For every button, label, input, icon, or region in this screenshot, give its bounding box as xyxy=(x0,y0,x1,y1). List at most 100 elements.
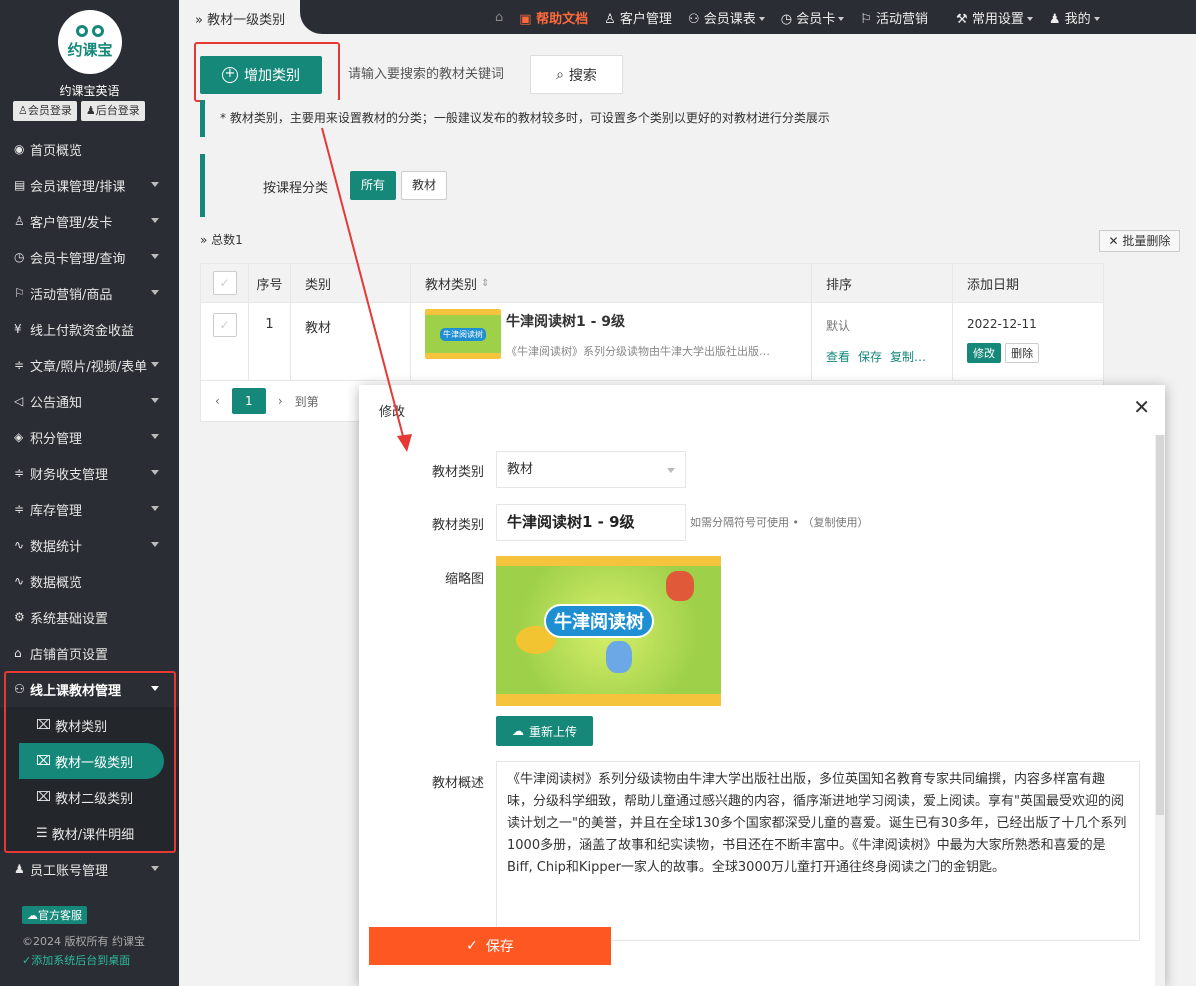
edit-modal: 修改 ✕ 教材类别 教材 教材类别 牛津阅读树1 - 9级 如需分隔符号可使用 … xyxy=(359,385,1165,986)
prev-page-icon[interactable]: ‹ xyxy=(215,394,220,408)
nav-settings[interactable]: ⚒ 常用设置 xyxy=(956,8,1033,27)
flag-icon: ⚐ xyxy=(14,286,25,300)
logo-eyes-icon xyxy=(76,24,104,37)
member-login-button[interactable]: ♙会员登录 xyxy=(13,101,77,121)
sidebar-item-cards[interactable]: ◷ 会员卡管理/查询 xyxy=(0,239,179,275)
row-index: 1 xyxy=(249,303,291,380)
help-docs-link[interactable]: ▣ 帮助文档 xyxy=(519,8,588,27)
col-category[interactable]: 教材类别 ⇕ xyxy=(411,264,812,302)
type-select[interactable]: 教材 xyxy=(496,451,686,488)
nav-customer[interactable]: ♙ 客户管理 xyxy=(604,8,672,27)
next-page-icon[interactable]: › xyxy=(278,394,283,408)
sidebar-item-notices[interactable]: ◁ 公告通知 xyxy=(0,383,179,419)
chevron-down-icon xyxy=(151,290,159,295)
cloud-upload-icon: ☁ xyxy=(511,724,524,738)
filter-all-button[interactable]: 所有 xyxy=(350,171,396,200)
copy-link[interactable]: 复制… xyxy=(890,350,926,364)
pulse-icon: ∿ xyxy=(14,538,25,552)
name-hint: 如需分隔符号可使用 • （复制使用） xyxy=(690,516,869,529)
double-chevron-icon: » xyxy=(195,13,203,28)
chevron-down-icon xyxy=(151,182,159,187)
sort-icon[interactable]: ⇕ xyxy=(481,278,489,289)
sidebar-item-courses[interactable]: ▤ 会员课管理/排课 xyxy=(0,167,179,203)
nav-marketing[interactable]: ⚐ 活动营销 xyxy=(860,8,928,27)
sidebar-item-settings[interactable]: ⚙ 系统基础设置 xyxy=(0,599,179,635)
sliders-icon: ≑ xyxy=(14,358,25,372)
admin-login-button[interactable]: ♟后台登录 xyxy=(80,101,145,121)
sidebar-item-marketing[interactable]: ⚐ 活动营销/商品 xyxy=(0,275,179,311)
notice-text: * 教材类别，主要用来设置教材的分类；一般建议发布的教材较多时，可设置多个类别以… xyxy=(200,100,1180,137)
row-sort: 默认 xyxy=(826,319,851,333)
service-badge[interactable]: ☁官方客服 xyxy=(22,906,87,924)
nav-mine[interactable]: ♟ 我的 xyxy=(1049,8,1100,27)
filter-material-button[interactable]: 教材 xyxy=(401,171,447,200)
row-date: 2022-12-11 xyxy=(967,317,1037,331)
login-links: ♙会员登录 ♟后台登录 xyxy=(13,101,145,121)
brand-name: 约课宝英语 xyxy=(59,84,120,98)
highlight-box xyxy=(4,671,176,853)
desc-textarea[interactable]: 《牛津阅读树》系列分级读物由牛津大学出版社出版，多位英国知名教育专家共同编撰，内… xyxy=(496,761,1140,941)
sidebar-item-payments[interactable]: ¥ 线上付款资金收益 xyxy=(0,311,179,347)
sliders-icon: ≑ xyxy=(14,502,25,516)
clock-icon: ◷ xyxy=(14,250,25,264)
document-icon: ▤ xyxy=(14,178,26,192)
check-circle-icon: ✓ xyxy=(22,954,32,967)
chevron-down-icon xyxy=(151,398,159,403)
sidebar-item-inventory[interactable]: ≑ 库存管理 xyxy=(0,491,179,527)
nav-schedule[interactable]: ⚇ 会员课表 xyxy=(688,8,765,27)
chevron-down-icon xyxy=(151,470,159,475)
search-input[interactable]: 请输入要搜索的教材关键词 xyxy=(340,56,525,94)
batch-delete-button[interactable]: ✕ 批量删除 xyxy=(1099,230,1180,252)
modal-title: 修改 xyxy=(379,405,406,420)
sidebar-item-points[interactable]: ◈ 积分管理 xyxy=(0,419,179,455)
modal-scrollbar[interactable] xyxy=(1155,435,1165,986)
view-link[interactable]: 查看 xyxy=(826,350,850,364)
col-sort: 排序 xyxy=(812,264,953,302)
add-desktop-link[interactable]: ✓添加系统后台到桌面 xyxy=(22,952,130,968)
row-thumbnail: 牛津阅读树 xyxy=(425,309,501,359)
edit-button[interactable]: 修改 xyxy=(967,343,1001,363)
search-button[interactable]: ⌕ 搜索 xyxy=(530,55,623,94)
sidebar-item-home[interactable]: ◉ 首页概览 xyxy=(0,131,179,167)
sidebar-item-shop[interactable]: ⌂ 店铺首页设置 xyxy=(0,635,179,671)
pulse-icon: ∿ xyxy=(14,574,25,588)
sidebar-item-statistics[interactable]: ∿ 数据统计 xyxy=(0,527,179,563)
goto-label: 到第 xyxy=(294,394,319,409)
name-input[interactable]: 牛津阅读树1 - 9级 xyxy=(496,504,686,541)
filter-label: 按课程分类 xyxy=(263,181,329,196)
speaker-icon: ◁ xyxy=(14,394,24,408)
name-label: 教材类别 xyxy=(431,518,484,533)
home-icon[interactable]: ⌂ xyxy=(495,10,503,25)
col-date: 添加日期 xyxy=(967,277,1020,293)
sidebar-item-overview[interactable]: ∿ 数据概览 xyxy=(0,563,179,599)
row-desc: 《牛津阅读树》系列分级读物由牛津大学出版社出版… xyxy=(506,345,770,358)
sidebar-item-staff[interactable]: ♟ 员工账号管理 xyxy=(0,851,179,887)
row-checkbox[interactable]: ✓ xyxy=(212,313,237,337)
chevron-down-icon xyxy=(151,254,159,259)
check-icon: ✓ xyxy=(466,938,478,954)
save-link[interactable]: 保存 xyxy=(858,350,882,364)
table-header: ✓ 序号 类别 教材类别 ⇕ 排序 添加日期 xyxy=(201,264,1103,303)
user-icon: ♙ xyxy=(14,214,25,228)
user-icon: ♟ xyxy=(14,862,25,876)
diamond-icon: ◈ xyxy=(14,430,24,444)
close-icon[interactable]: ✕ xyxy=(1133,395,1150,419)
sidebar-item-customers[interactable]: ♙ 客户管理/发卡 xyxy=(0,203,179,239)
table-row: ✓ 1 教材 牛津阅读树 牛津阅读树1 - 9级 《牛津阅读树》系列分级读物由牛… xyxy=(201,303,1103,381)
reupload-button[interactable]: ☁ 重新上传 xyxy=(496,716,593,746)
chevron-down-icon xyxy=(667,468,675,473)
logo-text: 约课宝 xyxy=(67,40,113,59)
sidebar: 约课宝 约课宝英语 ♙会员登录 ♟后台登录 ◉ 首页概览 ▤ 会员课管理/排课 ♙ 客… xyxy=(0,0,179,986)
thumbnail-image: 牛津阅读树 xyxy=(496,556,721,706)
logo[interactable]: 约课宝 xyxy=(58,10,122,74)
desc-label: 教材概述 xyxy=(431,776,484,791)
page-current[interactable]: 1 xyxy=(231,388,266,414)
save-button[interactable]: ✓ 保存 xyxy=(369,927,611,965)
sidebar-item-finance[interactable]: ≑ 财务收支管理 xyxy=(0,455,179,491)
select-all-checkbox[interactable]: ✓ xyxy=(212,271,237,295)
chevron-down-icon xyxy=(151,506,159,511)
nav-card[interactable]: ◷ 会员卡 xyxy=(781,8,845,27)
sliders-icon: ≑ xyxy=(14,466,25,480)
sidebar-item-articles[interactable]: ≑ 文章/照片/视频/表单 xyxy=(0,347,179,383)
delete-button[interactable]: 删除 xyxy=(1005,343,1040,363)
